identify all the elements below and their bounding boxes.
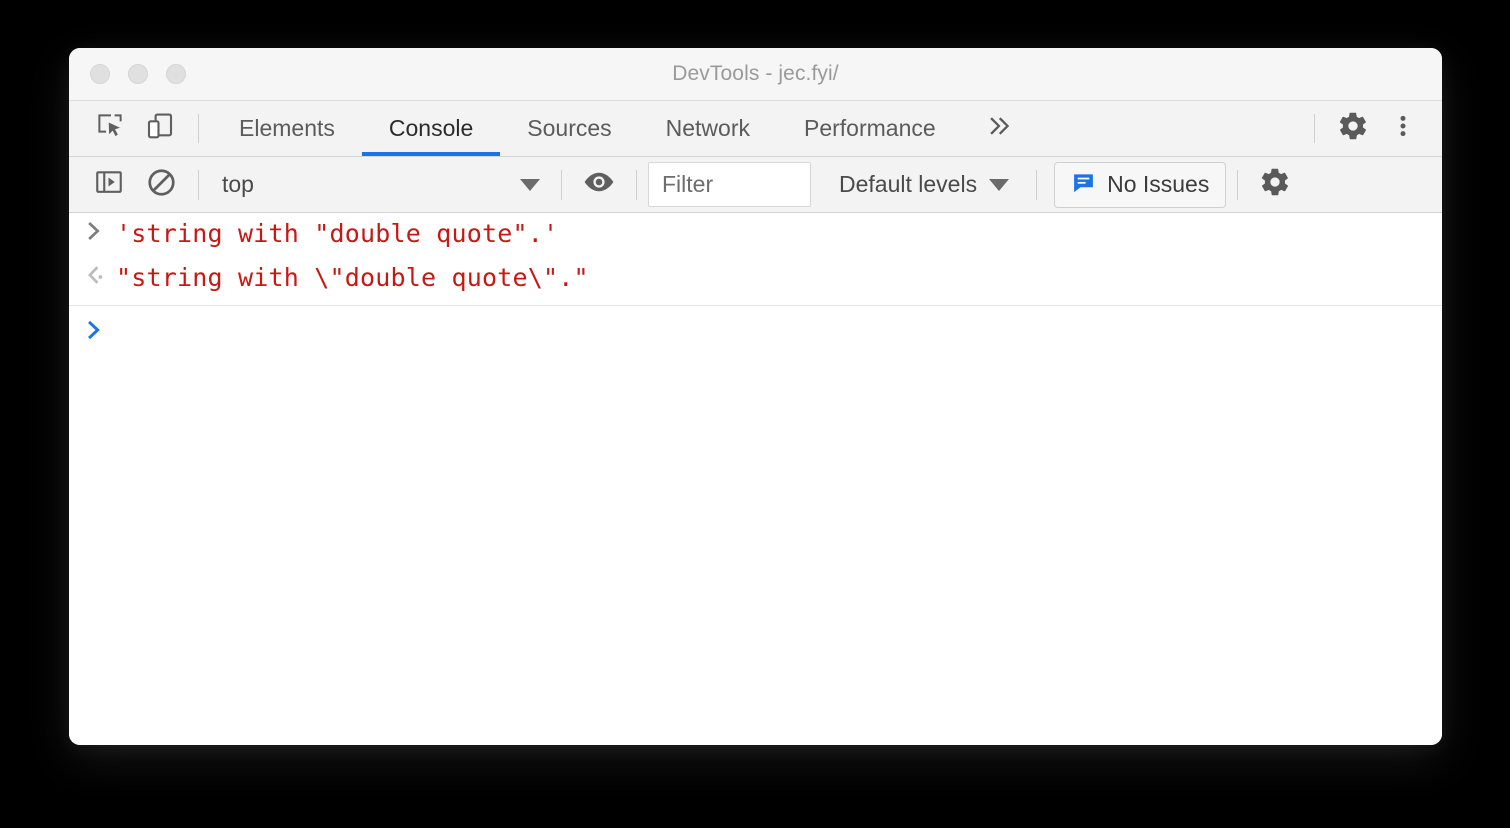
- toolbar-divider-1: [198, 169, 199, 200]
- tab-network-label: Network: [665, 115, 750, 141]
- console-toolbar: top Filter Default levels No Issues: [69, 157, 1442, 213]
- eye-icon: [582, 169, 616, 200]
- filter-placeholder: Filter: [662, 171, 714, 197]
- more-tabs-button[interactable]: [963, 101, 1037, 156]
- chevron-right-icon: [88, 320, 100, 340]
- toolbar-divider-4: [1036, 169, 1038, 200]
- traffic-lights: [69, 64, 186, 84]
- chevron-left-dot-icon: [88, 266, 103, 284]
- tab-elements-label: Elements: [239, 115, 335, 141]
- tab-sources-label: Sources: [527, 115, 612, 141]
- tabbar-divider-left: [198, 114, 199, 143]
- devtools-settings-button[interactable]: [1328, 101, 1378, 156]
- issues-label: No Issues: [1107, 171, 1210, 197]
- devtools-window: DevTools - jec.fyi/ Elements Console Sou…: [69, 48, 1442, 745]
- zoom-button[interactable]: [166, 64, 186, 84]
- console-prompt-row[interactable]: [69, 306, 1442, 350]
- inspect-element-icon: [95, 111, 125, 146]
- execution-context-label: top: [222, 171, 254, 197]
- chevron-down-icon: [520, 178, 540, 191]
- console-prompt-marker: [85, 315, 116, 341]
- minimize-button[interactable]: [128, 64, 148, 84]
- console-sidebar-icon: [94, 167, 124, 202]
- toolbar-divider-3: [636, 169, 637, 200]
- toolbar-divider-2: [561, 169, 562, 200]
- console-input-marker: [85, 216, 116, 242]
- more-vertical-icon: [1390, 111, 1416, 146]
- tab-elements[interactable]: Elements: [212, 101, 362, 156]
- gear-icon: [1337, 110, 1369, 147]
- console-sidebar-toggle-button[interactable]: [83, 163, 135, 207]
- issues-button[interactable]: No Issues: [1054, 161, 1227, 208]
- tabbar-right-actions: [1301, 101, 1442, 156]
- titlebar: DevTools - jec.fyi/: [69, 48, 1442, 101]
- log-levels-select[interactable]: Default levels: [823, 164, 1025, 206]
- close-button[interactable]: [90, 64, 110, 84]
- tab-console[interactable]: Console: [361, 101, 501, 156]
- tab-network[interactable]: Network: [639, 101, 777, 156]
- console-settings-button[interactable]: [1249, 163, 1301, 207]
- chevron-double-right-icon: [985, 113, 1015, 144]
- gear-icon: [1259, 166, 1291, 203]
- console-message-list[interactable]: 'string with "double quote".' "string wi…: [69, 213, 1442, 745]
- log-levels-label: Default levels: [839, 171, 978, 197]
- console-output-row[interactable]: "string with \"double quote\".": [69, 257, 1442, 301]
- clear-console-button[interactable]: [135, 163, 187, 207]
- console-output-text: "string with \"double quote\".": [116, 263, 589, 292]
- tab-performance[interactable]: Performance: [777, 101, 963, 156]
- panel-tabbar: Elements Console Sources Network Perform…: [69, 101, 1442, 157]
- device-toolbar-icon: [145, 111, 175, 146]
- chevron-right-icon: [88, 222, 100, 240]
- filter-input[interactable]: Filter: [648, 162, 811, 207]
- devtools-main-menu-button[interactable]: [1378, 101, 1428, 156]
- screen: DevTools - jec.fyi/ Elements Console Sou…: [0, 0, 1510, 828]
- clear-console-icon: [146, 167, 177, 203]
- create-live-expression-button[interactable]: [573, 163, 625, 207]
- chevron-down-icon: [989, 178, 1010, 191]
- console-output-marker: [85, 260, 116, 286]
- tabbar-divider-right: [1314, 114, 1315, 143]
- tab-sources[interactable]: Sources: [500, 101, 638, 156]
- device-toolbar-button[interactable]: [135, 101, 185, 156]
- tab-performance-label: Performance: [804, 115, 936, 141]
- console-input-row[interactable]: 'string with "double quote".': [69, 213, 1442, 257]
- execution-context-select[interactable]: top: [210, 165, 550, 205]
- tab-console-label: Console: [388, 115, 474, 141]
- console-input-text: 'string with "double quote".': [116, 219, 559, 248]
- window-title: DevTools - jec.fyi/: [672, 62, 839, 85]
- issues-message-icon: [1071, 170, 1096, 200]
- inspect-element-button[interactable]: [85, 101, 135, 156]
- toolbar-divider-5: [1237, 169, 1239, 200]
